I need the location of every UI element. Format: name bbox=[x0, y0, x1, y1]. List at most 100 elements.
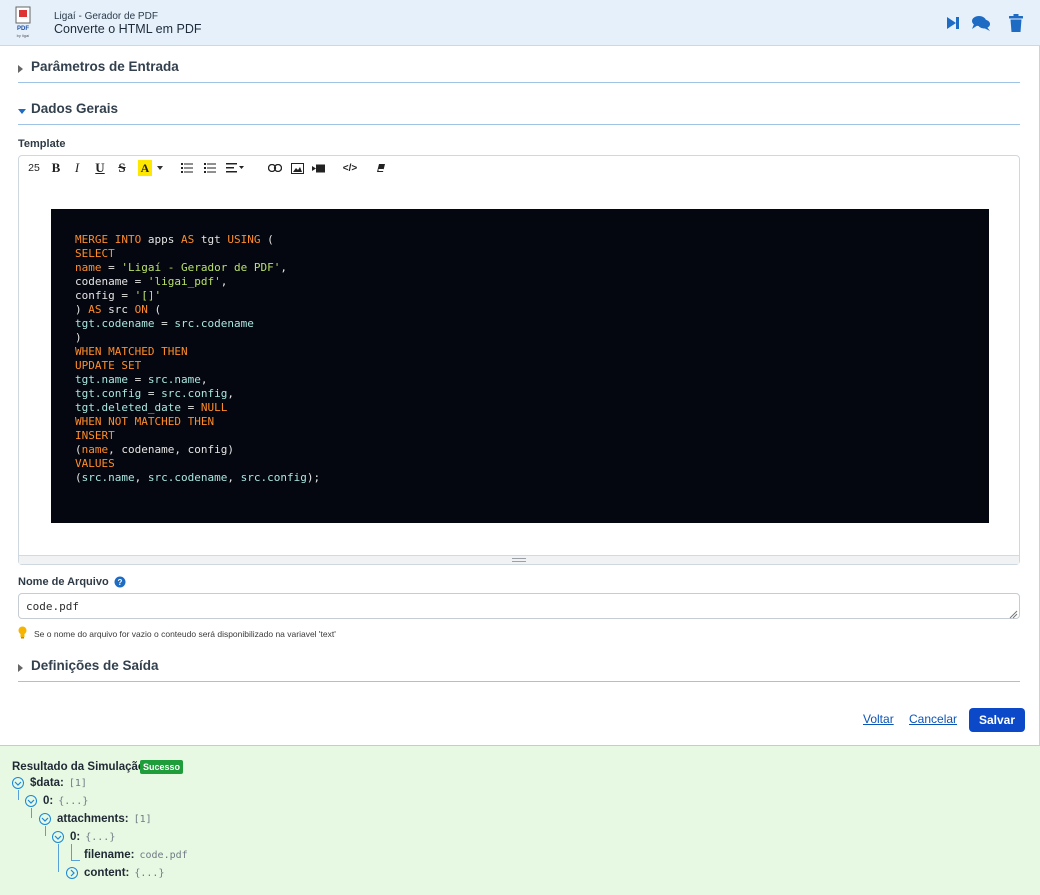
code-token: name bbox=[81, 443, 109, 456]
code-token: src bbox=[108, 303, 135, 316]
align-dropdown[interactable] bbox=[225, 160, 245, 176]
align-left-icon bbox=[226, 163, 244, 173]
filename-input[interactable]: code.pdf bbox=[18, 593, 1020, 619]
template-label: Template bbox=[18, 138, 66, 150]
insert-video-button[interactable] bbox=[311, 160, 327, 176]
tree-connector bbox=[45, 826, 46, 836]
caret-right-icon bbox=[18, 664, 23, 672]
code-token: = bbox=[141, 387, 162, 400]
code-token: = bbox=[127, 373, 148, 386]
lightbulb-icon bbox=[18, 626, 27, 639]
code-token: ) bbox=[75, 331, 82, 344]
filename-hint: Se o nome do arquivo for vazio o conteud… bbox=[34, 629, 336, 639]
clear-format-button[interactable] bbox=[375, 160, 387, 176]
code-token: '[]' bbox=[134, 289, 162, 302]
code-token: tgt.config bbox=[75, 387, 142, 400]
code-token: = bbox=[114, 289, 135, 302]
save-button[interactable]: Salvar bbox=[969, 708, 1025, 732]
bullet-list-icon bbox=[181, 163, 193, 173]
tree-connector bbox=[58, 844, 59, 872]
code-token: WHEN MATCHED THEN bbox=[75, 345, 188, 358]
code-line: MERGE INTO apps AS tgt USING ( bbox=[75, 233, 989, 247]
result-title: Resultado da Simulação: bbox=[12, 761, 149, 773]
code-token: src.name bbox=[81, 471, 135, 484]
tree-node-attachments: attachments: [1] bbox=[39, 811, 152, 827]
app-name: Ligaí - Gerador de PDF bbox=[54, 11, 158, 22]
code-token: src.codename bbox=[174, 317, 254, 330]
app-subtitle: Converte o HTML em PDF bbox=[54, 22, 202, 36]
chat-button[interactable] bbox=[971, 13, 991, 33]
textarea-resize-icon[interactable] bbox=[1008, 606, 1018, 619]
strikethrough-button[interactable]: S bbox=[116, 160, 128, 176]
skip-forward-button[interactable] bbox=[943, 13, 963, 33]
code-token: codename bbox=[75, 275, 128, 288]
trash-icon bbox=[1009, 14, 1023, 32]
text-color-dropdown[interactable] bbox=[156, 160, 164, 176]
tree-node-data: $data: [1] bbox=[12, 775, 87, 791]
section-title: Dados Gerais bbox=[31, 101, 119, 116]
tree-key: 0: bbox=[70, 831, 81, 843]
cancel-button[interactable]: Cancelar bbox=[909, 712, 957, 726]
chevron-down-icon bbox=[157, 166, 163, 170]
code-token: ( bbox=[154, 303, 162, 316]
code-token: = bbox=[154, 317, 175, 330]
collapse-toggle-icon[interactable] bbox=[12, 777, 24, 789]
code-view-button[interactable]: </> bbox=[341, 160, 359, 176]
tree-connector bbox=[18, 790, 19, 800]
code-token: tgt.name bbox=[75, 373, 128, 386]
tree-value: [1] bbox=[133, 813, 152, 825]
collapse-toggle-icon[interactable] bbox=[52, 831, 64, 843]
code-line: WHEN MATCHED THEN bbox=[75, 345, 989, 359]
ordered-list-button[interactable] bbox=[203, 160, 217, 176]
bold-button[interactable]: B bbox=[50, 160, 62, 176]
caret-right-icon bbox=[18, 65, 23, 73]
code-token: SELECT bbox=[75, 247, 115, 260]
code-token: WHEN NOT MATCHED THEN bbox=[75, 415, 215, 428]
code-line: ) AS src ON ( bbox=[75, 303, 989, 317]
section-parametros-entrada[interactable]: Parâmetros de Entrada bbox=[18, 57, 1020, 83]
underline-button[interactable]: U bbox=[94, 160, 106, 176]
tree-leaf-filename: filename: code.pdf bbox=[84, 847, 188, 863]
insert-image-button[interactable] bbox=[290, 160, 304, 176]
code-token: = bbox=[180, 401, 201, 414]
code-block[interactable]: MERGE INTO apps AS tgt USING (SELECT name… bbox=[51, 209, 989, 523]
back-button[interactable]: Voltar bbox=[863, 712, 894, 726]
bullet-list-button[interactable] bbox=[180, 160, 194, 176]
expand-toggle-icon[interactable] bbox=[66, 867, 78, 879]
section-title: Parâmetros de Entrada bbox=[31, 59, 179, 74]
code-line: UPDATE SET bbox=[75, 359, 989, 373]
app-frame: PDF by ligaí Ligaí - Gerador de PDF Conv… bbox=[0, 0, 1040, 895]
tree-value: code.pdf bbox=[139, 849, 188, 861]
image-icon bbox=[290, 162, 304, 174]
text-color-button[interactable]: A bbox=[138, 160, 152, 176]
font-size-select[interactable]: 25 bbox=[27, 160, 41, 176]
editor-toolbar: 25 B I U S A </> bbox=[19, 156, 1019, 180]
code-line: ) bbox=[75, 331, 989, 345]
collapse-toggle-icon[interactable] bbox=[39, 813, 51, 825]
tree-key: content: bbox=[84, 867, 130, 879]
code-token: tgt.deleted_date bbox=[75, 401, 181, 414]
tree-node-content: content: {...} bbox=[66, 865, 164, 881]
code-token: , bbox=[220, 275, 228, 288]
tree-value: [1] bbox=[68, 777, 87, 789]
section-dados-gerais[interactable]: Dados Gerais bbox=[18, 99, 1020, 125]
code-token: MERGE INTO bbox=[75, 233, 148, 246]
skip-forward-icon bbox=[947, 17, 959, 29]
section-definicoes-saida[interactable]: Definições de Saída bbox=[18, 656, 1020, 682]
collapse-toggle-icon[interactable] bbox=[25, 795, 37, 807]
code-token: src.config bbox=[161, 387, 228, 400]
eraser-icon bbox=[377, 164, 385, 172]
insert-link-button[interactable] bbox=[267, 160, 283, 176]
tree-connector bbox=[71, 860, 80, 861]
editor-resize-handle[interactable] bbox=[19, 555, 1019, 564]
tree-value: {...} bbox=[134, 867, 165, 879]
delete-button[interactable] bbox=[1006, 13, 1026, 33]
code-token: config bbox=[75, 289, 115, 302]
chat-icon bbox=[972, 16, 990, 31]
help-icon[interactable]: ? bbox=[114, 575, 126, 588]
italic-button[interactable]: I bbox=[72, 160, 82, 176]
template-editor[interactable]: 25 B I U S A </> MERGE INTO apps AS tgt … bbox=[18, 155, 1020, 565]
app-header: PDF by ligaí Ligaí - Gerador de PDF Conv… bbox=[0, 0, 1040, 46]
code-token: src.codename bbox=[147, 471, 228, 484]
status-badge: Sucesso bbox=[140, 760, 184, 774]
